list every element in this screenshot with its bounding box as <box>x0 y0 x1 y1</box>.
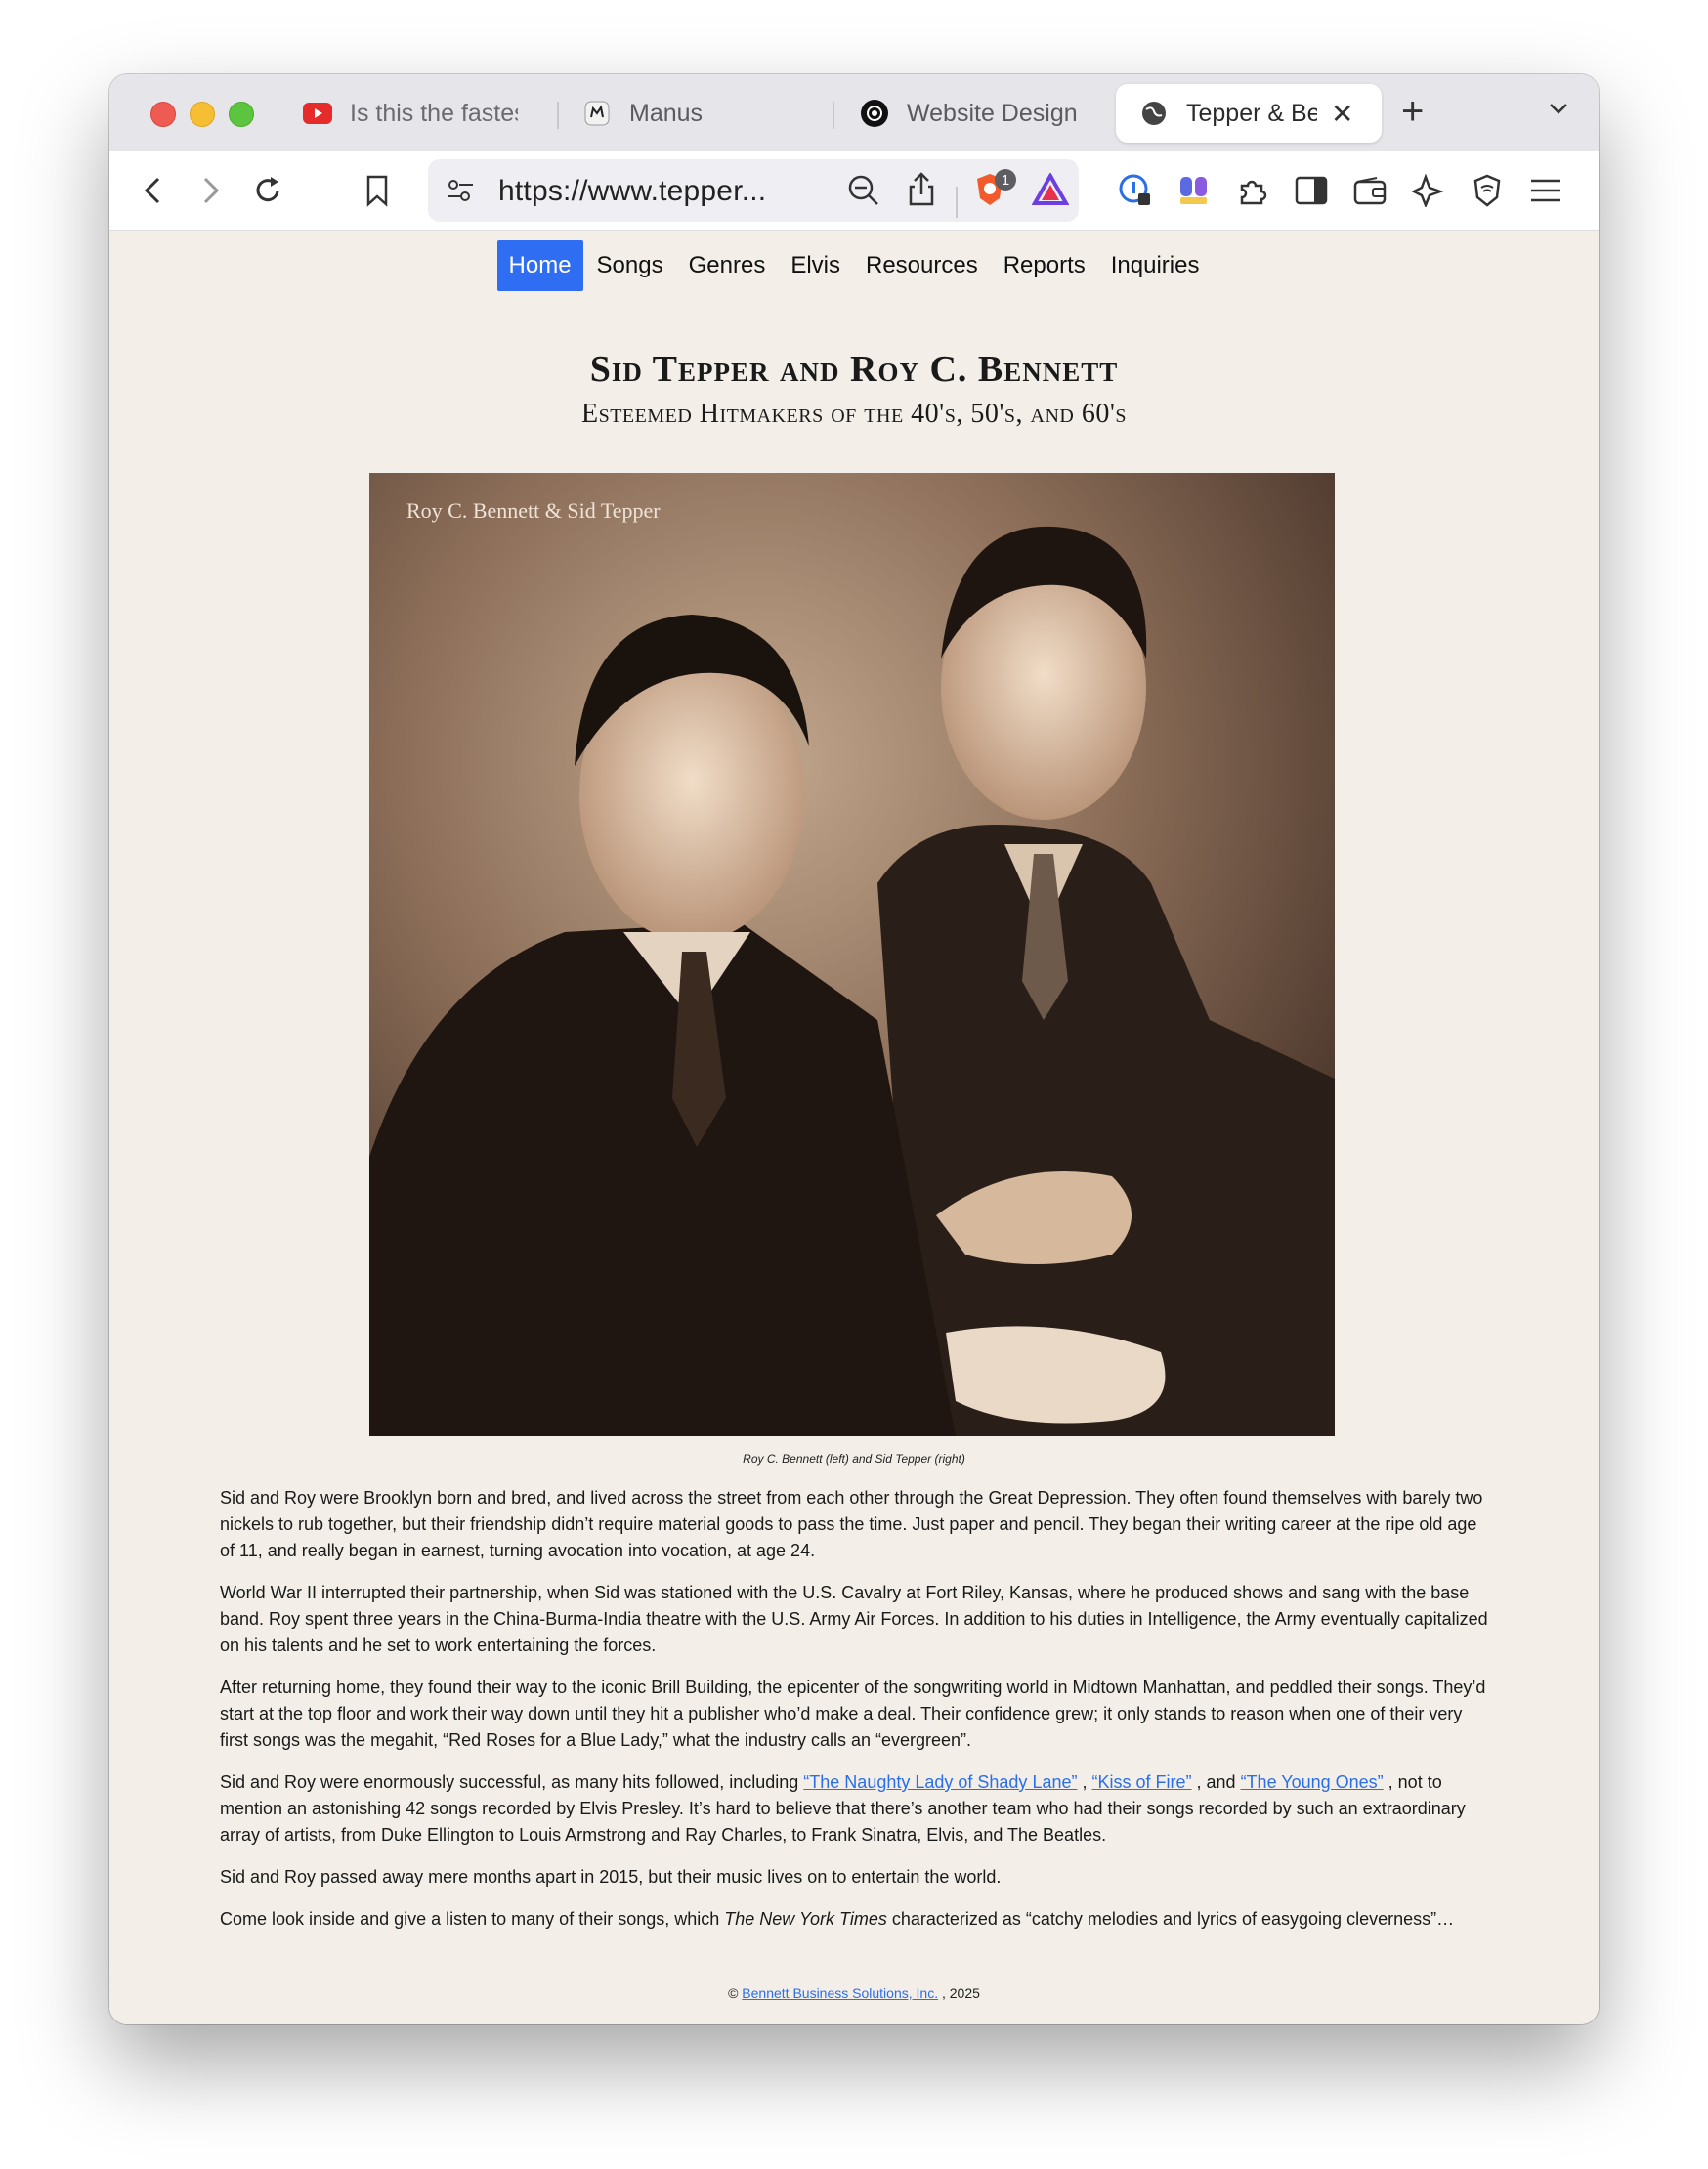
share-icon[interactable] <box>907 171 936 213</box>
brave-rewards-icon[interactable] <box>1031 171 1070 211</box>
sidebar-toggle-icon[interactable] <box>1292 171 1331 210</box>
page-subtitle: Esteemed Hitmakers of the 40's, 50's, an… <box>580 399 1128 429</box>
paragraph-hits: Sid and Roy were enormously successful, … <box>220 1769 1490 1849</box>
nav-inquiries[interactable]: Inquiries <box>1099 240 1212 291</box>
minimize-window-button[interactable] <box>190 102 215 127</box>
song-link-kiss-of-fire[interactable]: “Kiss of Fire” <box>1092 1772 1192 1792</box>
photo-caption: Roy C. Bennett (left) and Sid Tepper (ri… <box>743 1452 965 1466</box>
nav-songs[interactable]: Songs <box>585 240 675 291</box>
company-link[interactable]: Bennett Business Solutions, Inc. <box>742 1985 938 2001</box>
copyright-year: , 2025 <box>938 1985 980 2001</box>
leo-ai-icon[interactable] <box>1409 171 1448 210</box>
menu-icon[interactable] <box>1526 171 1565 210</box>
paragraph: World War II interrupted their partnersh… <box>220 1583 1488 1655</box>
puzzle-icon[interactable] <box>1233 171 1272 210</box>
nav-reports[interactable]: Reports <box>992 240 1097 291</box>
tab-manus[interactable]: Manus <box>582 84 817 143</box>
manus-icon <box>582 99 612 128</box>
bookmark-icon[interactable] <box>358 171 397 210</box>
youtube-icon <box>303 99 332 128</box>
forward-icon[interactable] <box>192 171 231 210</box>
page-title: Sid Tepper and Roy C. Bennett <box>589 349 1119 390</box>
globe-icon <box>1139 99 1169 128</box>
intro-text: Sid and Roy were Brooklyn born and bred,… <box>220 1485 1490 1948</box>
new-tab-icon[interactable]: + <box>1401 90 1424 134</box>
nav-home[interactable]: Home <box>496 240 583 291</box>
copyright-symbol: © <box>728 1985 739 2001</box>
nav-resources[interactable]: Resources <box>854 240 990 291</box>
vpn-shield-icon[interactable] <box>1468 171 1507 210</box>
tab-bar: Is this the fastes Manus Website Design … <box>109 74 1599 151</box>
paragraph: After returning home, they found their w… <box>220 1678 1486 1750</box>
paragraph: Sid and Roy were Brooklyn born and bred,… <box>220 1488 1483 1560</box>
chevron-down-icon[interactable] <box>1546 96 1571 126</box>
paragraph-nyt: Come look inside and give a listen to ma… <box>220 1906 1490 1933</box>
tab-label: Is this the fastes <box>350 99 518 127</box>
divider <box>956 187 958 218</box>
zoom-window-button[interactable] <box>229 102 254 127</box>
publication-name: The New York Times <box>724 1909 887 1929</box>
browser-window: Is this the fastes Manus Website Design … <box>109 74 1599 2024</box>
tab-youtube[interactable]: Is this the fastes <box>303 84 518 143</box>
nav-genres[interactable]: Genres <box>677 240 778 291</box>
wallet-icon[interactable] <box>1350 171 1389 210</box>
close-window-button[interactable] <box>150 102 176 127</box>
address-bar[interactable]: https://www.tepper... 1 <box>428 159 1079 222</box>
openai-icon <box>860 99 889 128</box>
tab-label: Website Design <box>907 99 1078 127</box>
web-page: Home Songs Genres Elvis Resources Report… <box>109 231 1599 2024</box>
zoom-out-icon[interactable] <box>846 173 881 213</box>
duo-photo: Roy C. Bennett & Sid Tepper <box>369 473 1335 1436</box>
text: , and <box>1191 1772 1241 1792</box>
tab-label: Manus <box>629 99 704 127</box>
browser-toolbar: https://www.tepper... 1 <box>109 151 1599 231</box>
site-nav: Home Songs Genres Elvis Resources Report… <box>109 240 1599 291</box>
tab-separator <box>833 102 834 129</box>
text: Sid and Roy were enormously successful, … <box>220 1772 804 1792</box>
password-manager-icon[interactable] <box>1116 171 1155 210</box>
text: Come look inside and give a listen to ma… <box>220 1909 725 1929</box>
photo-illustration <box>369 473 1335 1436</box>
text: characterized as “catchy melodies and ly… <box>886 1909 1455 1929</box>
song-link-young-ones[interactable]: “The Young Ones” <box>1241 1772 1384 1792</box>
paragraph: Sid and Roy passed away mere months apar… <box>220 1867 1002 1887</box>
tab-separator <box>557 102 559 129</box>
song-link-naughty-lady[interactable]: “The Naughty Lady of Shady Lane” <box>803 1772 1077 1792</box>
back-icon[interactable] <box>133 171 172 210</box>
tab-tepper-bennett[interactable]: Tepper & Be ✕ <box>1116 84 1382 143</box>
tab-label: Tepper & Be <box>1186 99 1317 127</box>
reload-icon[interactable] <box>248 171 287 210</box>
site-settings-icon[interactable] <box>446 177 475 209</box>
extension-icon[interactable] <box>1174 171 1214 210</box>
photo-watermark: Roy C. Bennett & Sid Tepper <box>406 498 661 523</box>
url-text[interactable]: https://www.tepper... <box>498 175 766 208</box>
tab-website-design[interactable]: Website Design <box>860 84 1094 143</box>
shields-count-badge: 1 <box>995 169 1016 191</box>
page-footer: © Bennett Business Solutions, Inc. , 202… <box>109 1985 1599 2001</box>
nav-elvis[interactable]: Elvis <box>779 240 852 291</box>
close-tab-icon[interactable]: ✕ <box>1331 98 1353 130</box>
text: , <box>1077 1772 1092 1792</box>
